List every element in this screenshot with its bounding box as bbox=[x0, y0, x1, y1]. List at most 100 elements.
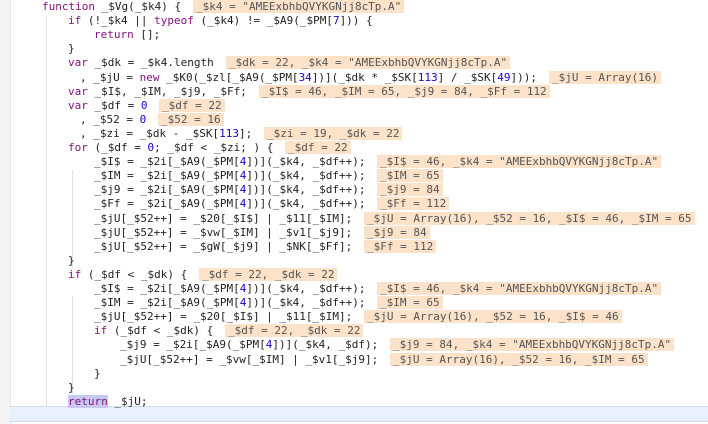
code-token: (_$df < _$dk) { bbox=[107, 324, 214, 338]
code-line[interactable]: , _$52 = 0 _$52 = 16 bbox=[0, 112, 708, 127]
code-text[interactable]: var _$df = 0 bbox=[68, 99, 147, 113]
inline-value-annotation: _$I$ = 46, _$k4 = "AMEExbhbQVYKGNjj8cTp.… bbox=[377, 155, 662, 169]
code-text[interactable]: function _$Vg(_$k4) { bbox=[42, 0, 181, 14]
keyword-token: var bbox=[68, 84, 88, 98]
code-line[interactable]: , _$jU = new _$K0(_$zl[_$A9(_$PM[34])](_… bbox=[0, 70, 708, 85]
inline-value-annotation: _$k4 = "AMEExbhbQVYKGNjj8cTp.A" bbox=[193, 0, 405, 13]
code-line[interactable]: _$IM = _$2i[_$A9(_$PM[4])](_$k4, _$df++)… bbox=[0, 296, 708, 310]
code-text[interactable]: _$j9 = _$2i[_$A9(_$PM[4])](_$k4, _$df++)… bbox=[94, 183, 366, 197]
code-line[interactable]: if (_$df < _$dk) {_$df = 22, _$dk = 22 bbox=[0, 267, 708, 282]
code-token: ])](_$k4, _$df++); bbox=[246, 183, 366, 197]
code-token: ]; bbox=[238, 126, 253, 140]
code-text[interactable]: _$IM = _$2i[_$A9(_$PM[4])](_$k4, _$df++)… bbox=[94, 296, 366, 310]
code-text[interactable]: _$I$ = _$2i[_$A9(_$PM[4])](_$k4, _$df++)… bbox=[94, 155, 366, 169]
code-text[interactable]: return []; bbox=[94, 28, 160, 42]
code-line[interactable]: _$IM = _$2i[_$A9(_$PM[4])](_$k4, _$df++)… bbox=[0, 169, 708, 183]
code-line[interactable]: } bbox=[0, 42, 708, 56]
code-text[interactable]: var _$dk = _$k4.length bbox=[68, 56, 214, 70]
keyword-token: new bbox=[139, 70, 160, 84]
inline-value-annotation: _$I$ = 46, _$k4 = "AMEExbhbQVYKGNjj8cTp.… bbox=[377, 282, 662, 295]
code-token: } bbox=[94, 366, 101, 380]
code-line[interactable]: _$jU[_$52++] = _$20[_$I$] | _$11[_$IM]; _… bbox=[0, 211, 708, 226]
inline-value-annotation: _$Ff = 112 bbox=[364, 239, 437, 253]
code-line[interactable]: } bbox=[0, 254, 708, 268]
code-text[interactable]: _$jU[_$52++] = _$vw[_$IM] | _$v1[_$j9]; bbox=[120, 353, 378, 367]
code-text[interactable]: } bbox=[94, 367, 101, 381]
code-token: _$jU[_$52++] = _$gW[_$j9] | _$NK[_$Ff]; bbox=[94, 239, 353, 253]
code-token: []; bbox=[133, 28, 161, 42]
inline-value-annotation: _$df = 22 bbox=[285, 141, 351, 154]
code-text[interactable]: _$IM = _$2i[_$A9(_$PM[4])](_$k4, _$df++)… bbox=[94, 169, 366, 183]
code-line[interactable]: return _$jU; bbox=[0, 394, 708, 409]
code-line[interactable]: _$jU[_$52++] = _$vw[_$IM] | _$v1[_$j9]; _… bbox=[0, 352, 708, 367]
code-text[interactable]: _$I$ = _$2i[_$A9(_$PM[4])](_$k4, _$df++)… bbox=[94, 282, 366, 296]
code-token: } bbox=[68, 42, 75, 56]
code-text[interactable]: _$jU[_$52++] = _$gW[_$j9] | _$NK[_$Ff]; bbox=[94, 240, 352, 254]
code-token: _$jU[_$52++] = _$20[_$I$] | _$11[_$IM]; bbox=[94, 211, 353, 225]
inline-value-annotation: _$jU = Array(16), _$52 = 16, _$I$ = 46 bbox=[364, 310, 622, 324]
code-token: _$j9 = _$2i[_$A9(_$PM[ bbox=[120, 338, 266, 352]
code-token: } bbox=[68, 253, 75, 267]
code-token: ])](_$k4, _$df++); bbox=[246, 282, 366, 295]
code-text[interactable]: } bbox=[68, 254, 75, 268]
keyword-token: typeof bbox=[154, 14, 194, 28]
code-token: , _$zi = _$dk - _$SK[ bbox=[80, 126, 220, 140]
code-line[interactable]: var _$df = 0 _$df = 22 bbox=[0, 98, 708, 113]
code-line[interactable]: _$Ff = _$2i[_$A9(_$PM[4])](_$k4, _$df++)… bbox=[0, 197, 708, 211]
code-line[interactable]: if (!_$k4 || typeof (_$k4) != _$A9(_$PM[… bbox=[0, 14, 708, 28]
code-line[interactable]: function _$Vg(_$k4) { _$k4 = "AMEExbhbQVY… bbox=[0, 0, 708, 14]
code-line[interactable]: var _$dk = _$k4.length _$dk = 22, _$k4 = … bbox=[0, 56, 708, 70]
code-token: _$I$ = _$2i[_$A9(_$PM[ bbox=[94, 155, 240, 169]
code-line[interactable]: _$I$ = _$2i[_$A9(_$PM[4])](_$k4, _$df++)… bbox=[0, 155, 708, 169]
code-line[interactable]: _$jU[_$52++] = _$20[_$I$] | _$11[_$IM]; _… bbox=[0, 310, 708, 324]
code-line[interactable]: } bbox=[0, 381, 708, 395]
code-line[interactable]: for (_$df = 0; _$df < _$zi; ) { _$df = 22 bbox=[0, 141, 708, 155]
code-text[interactable]: } bbox=[68, 381, 75, 395]
code-line[interactable]: _$jU[_$52++] = _$gW[_$j9] | _$NK[_$Ff]; _… bbox=[0, 239, 708, 254]
code-line[interactable]: _$j9 = _$2i[_$A9(_$PM[4])](_$k4, _$df++)… bbox=[0, 183, 708, 197]
number-token: 0 bbox=[139, 112, 147, 126]
keyword-token: var bbox=[68, 56, 88, 70]
code-line[interactable]: return []; bbox=[0, 28, 708, 42]
code-text[interactable]: for (_$df = 0; _$df < _$zi; ) { bbox=[68, 141, 273, 155]
code-token: (_$df = bbox=[87, 141, 148, 154]
code-text[interactable]: return _$jU; bbox=[68, 394, 148, 409]
code-text[interactable]: _$jU[_$52++] = _$20[_$I$] | _$11[_$IM]; bbox=[94, 310, 352, 324]
keyword-token: for bbox=[68, 141, 88, 154]
inline-value-annotation: _$dk = 22, _$k4 = "AMEExbhbQVYKGNjj8cTp.… bbox=[226, 56, 511, 70]
code-line[interactable]: , _$zi = _$dk - _$SK[113]; _$zi = 19, _$d… bbox=[0, 126, 708, 141]
code-text[interactable]: _$jU[_$52++] = _$vw[_$IM] | _$v1[_$j9]; bbox=[94, 226, 352, 240]
code-editor[interactable]: function _$Vg(_$k4) { _$k4 = "AMEExbhbQVY… bbox=[0, 0, 708, 424]
code-text[interactable]: } bbox=[68, 42, 75, 56]
code-text[interactable]: if (_$df < _$dk) { bbox=[68, 268, 187, 282]
code-line[interactable]: } bbox=[0, 367, 708, 381]
code-text[interactable]: , _$jU = new _$K0(_$zl[_$A9(_$PM[34])](_… bbox=[80, 71, 537, 85]
code-line[interactable]: _$I$ = _$2i[_$A9(_$PM[4])](_$k4, _$df++)… bbox=[0, 282, 708, 296]
inline-value-annotation: _$j9 = 84, _$k4 = "AMEExbhbQVYKGNjj8cTp.… bbox=[390, 338, 675, 352]
code-token: } bbox=[68, 380, 75, 394]
inline-value-annotation: _$zi = 19, _$dk = 22 bbox=[264, 126, 403, 140]
code-text[interactable]: , _$zi = _$dk - _$SK[113]; bbox=[80, 127, 252, 141]
code-token: _$jU[_$52++] = _$vw[_$IM] | _$v1[_$j9]; bbox=[120, 352, 379, 366]
code-line[interactable]: _$j9 = _$2i[_$A9(_$PM[4])](_$k4, _$df); _… bbox=[0, 338, 708, 352]
code-token: , _$52 = bbox=[80, 112, 140, 126]
code-token: _$K0(_$zl[_$A9(_$PM[ bbox=[159, 70, 299, 84]
code-token: _$jU[_$52++] = _$20[_$I$] | _$11[_$IM]; bbox=[94, 310, 353, 324]
code-text[interactable]: , _$52 = 0 bbox=[80, 113, 146, 127]
number-token: 7 bbox=[332, 14, 340, 28]
code-token: ] / _$SK[ bbox=[437, 70, 498, 84]
code-token: ])](_$k4, _$df++); bbox=[246, 197, 366, 211]
code-token: _$Vg(_$k4) { bbox=[94, 0, 182, 13]
code-line[interactable]: _$jU[_$52++] = _$vw[_$IM] | _$v1[_$j9]; _… bbox=[0, 225, 708, 240]
code-line[interactable]: if (_$df < _$dk) {_$df = 22, _$dk = 22 bbox=[0, 324, 708, 338]
code-text[interactable]: _$j9 = _$2i[_$A9(_$PM[4])](_$k4, _$df); bbox=[120, 338, 378, 352]
code-text[interactable]: if (!_$k4 || typeof (_$k4) != _$A9(_$PM[… bbox=[68, 14, 373, 28]
code-text[interactable]: if (_$df < _$dk) { bbox=[94, 324, 213, 338]
code-line[interactable]: var _$I$, _$IM, _$j9, _$Ff; _$I$ = 46, _$… bbox=[0, 84, 708, 99]
code-text[interactable]: _$Ff = _$2i[_$A9(_$PM[4])](_$k4, _$df++)… bbox=[94, 197, 366, 211]
code-token: _$IM = _$2i[_$A9(_$PM[ bbox=[94, 169, 240, 183]
code-text[interactable]: var _$I$, _$IM, _$j9, _$Ff; bbox=[68, 85, 247, 99]
code-text[interactable]: _$jU[_$52++] = _$20[_$I$] | _$11[_$IM]; bbox=[94, 212, 352, 226]
number-token: 113 bbox=[417, 70, 438, 84]
keyword-token: return bbox=[68, 394, 108, 408]
